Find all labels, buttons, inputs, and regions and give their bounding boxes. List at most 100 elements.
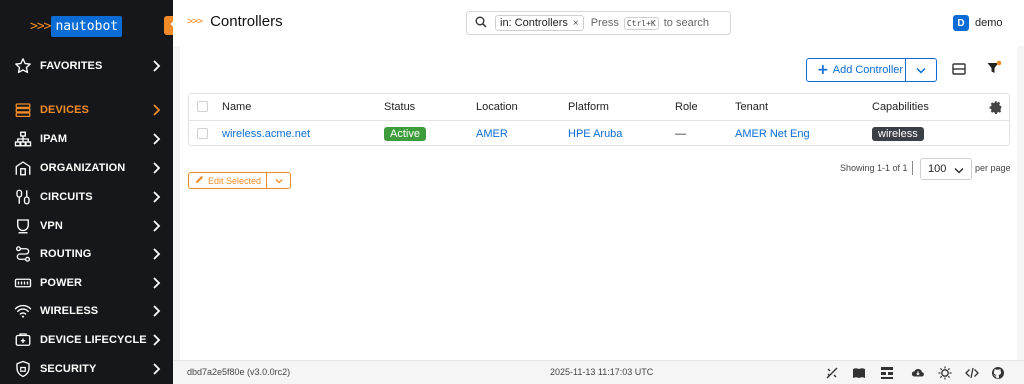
- code-icon[interactable]: [965, 366, 979, 380]
- per-page-value: 100: [928, 163, 947, 175]
- tenant-link[interactable]: AMER Net Eng: [735, 121, 810, 146]
- column-header-location[interactable]: Location: [476, 94, 518, 120]
- theme-toggle-icon[interactable]: [825, 366, 839, 380]
- user-menu[interactable]: D demo: [953, 15, 1003, 31]
- sidebar-item-ipam[interactable]: IPAM: [0, 125, 173, 153]
- settings-sun-icon[interactable]: [938, 366, 952, 380]
- sidebar-item-label: ROUTING: [40, 248, 92, 260]
- wireless-icon: [14, 302, 32, 320]
- column-header-role[interactable]: Role: [675, 94, 698, 120]
- api-browser-icon[interactable]: [880, 366, 894, 380]
- role-cell: —: [675, 127, 686, 140]
- plus-icon: +: [817, 62, 829, 78]
- sidebar-item-label: FAVORITES: [40, 60, 103, 72]
- status-badge: Active: [384, 126, 426, 141]
- platform-link[interactable]: HPE Aruba: [568, 121, 622, 146]
- sidebar-item-label: ORGANIZATION: [40, 162, 126, 174]
- sidebar-item-device-lifecycle[interactable]: DEVICE LIFECYCLE: [0, 326, 173, 354]
- chevron-right-icon: [147, 191, 165, 203]
- sidebar-item-organization[interactable]: ORGANIZATION: [0, 154, 173, 182]
- search-scope-label: in: Controllers: [500, 17, 568, 29]
- filter-icon[interactable]: [986, 60, 1002, 76]
- search-to-search-text: to search: [663, 17, 709, 29]
- header: >>> Controllers in: Controllers × Press …: [173, 0, 1024, 46]
- sidebar-item-label: WIRELESS: [40, 305, 99, 317]
- sidebar-item-wireless[interactable]: WIRELESS: [0, 297, 173, 325]
- devices-icon: [14, 101, 32, 119]
- version-text: dbd7a2e5f80e (v3.0.0rc2): [187, 367, 291, 377]
- column-header-status[interactable]: Status: [384, 94, 415, 120]
- routing-icon: [14, 245, 32, 263]
- select-all-checkbox[interactable]: [197, 101, 208, 112]
- vpn-icon: [14, 217, 32, 235]
- chevron-right-icon: [147, 277, 165, 289]
- add-dropdown-toggle[interactable]: [905, 58, 937, 82]
- security-icon: [14, 360, 32, 378]
- page-title-row: >>> Controllers: [187, 13, 283, 30]
- controllers-table: Name Status Location Platform Role Tenan…: [188, 93, 1010, 146]
- edit-selected-button[interactable]: Edit Selected: [188, 172, 267, 189]
- organization-icon: [14, 159, 32, 177]
- lifecycle-icon: [14, 331, 32, 349]
- page-title: Controllers: [210, 13, 283, 30]
- sidebar-item-label: DEVICES: [40, 104, 89, 116]
- close-icon[interactable]: ×: [573, 18, 579, 29]
- docs-book-icon[interactable]: [852, 366, 866, 380]
- sidebar-item-security[interactable]: SECURITY: [0, 355, 173, 383]
- column-header-capabilities[interactable]: Capabilities: [872, 94, 929, 120]
- sidebar-item-routing[interactable]: ROUTING: [0, 240, 173, 268]
- table-layout-icon[interactable]: [952, 62, 966, 76]
- main-area: + Add Controller Name Status Location Pl…: [173, 46, 1024, 360]
- sidebar-item-circuits[interactable]: CIRCUITS: [0, 183, 173, 211]
- chevron-right-icon: [147, 305, 165, 317]
- title-chevrons: >>>: [187, 16, 203, 27]
- edit-dropdown-toggle[interactable]: [266, 172, 291, 189]
- star-icon: [14, 57, 32, 75]
- power-icon: [14, 274, 32, 292]
- search-icon: [475, 16, 487, 31]
- capabilities-cell: wireless: [872, 121, 924, 146]
- chevron-right-icon: [147, 60, 165, 72]
- column-header-tenant[interactable]: Tenant: [735, 94, 768, 120]
- chevron-right-icon: [147, 334, 165, 346]
- sidebar-item-devices[interactable]: DEVICES: [0, 96, 173, 124]
- search-press-text: Press: [590, 17, 619, 29]
- brand-logo[interactable]: >>> nautobot: [30, 14, 123, 38]
- column-header-platform[interactable]: Platform: [568, 94, 609, 120]
- circuits-icon: [14, 188, 32, 206]
- add-controller-button[interactable]: + Add Controller: [806, 58, 906, 82]
- cloud-download-icon[interactable]: [911, 366, 925, 380]
- avatar: D: [953, 15, 969, 31]
- sidebar-item-favorites[interactable]: FAVORITES: [0, 52, 173, 80]
- per-page-label: per page: [975, 163, 1011, 173]
- username: demo: [975, 17, 1003, 29]
- sidebar: >>> nautobot FAVORITES DEVICES IPAM ORGA…: [0, 0, 173, 384]
- sidebar-item-label: SECURITY: [40, 363, 97, 375]
- gear-icon[interactable]: [989, 100, 1003, 114]
- search-input[interactable]: in: Controllers × Press Ctrl+K to search: [466, 11, 731, 35]
- capability-badge: wireless: [872, 126, 924, 141]
- sidebar-item-power[interactable]: POWER: [0, 269, 173, 297]
- chevron-right-icon: [147, 162, 165, 174]
- column-header-name[interactable]: Name: [222, 94, 251, 120]
- chevron-right-icon: [147, 220, 165, 232]
- per-page-select[interactable]: 100: [920, 158, 972, 180]
- sidebar-item-label: POWER: [40, 277, 83, 289]
- github-icon[interactable]: [991, 366, 1005, 380]
- sidebar-item-vpn[interactable]: VPN: [0, 212, 173, 240]
- pencil-icon: [195, 174, 204, 187]
- location-link[interactable]: AMER: [476, 121, 508, 146]
- timestamp-text: 2025-11-13 11:17:03 UTC: [550, 367, 654, 377]
- edit-selected-label: Edit Selected: [208, 175, 262, 186]
- controller-name-link[interactable]: wireless.acme.net: [222, 121, 310, 146]
- content-panel: + Add Controller Name Status Location Pl…: [180, 46, 1017, 360]
- pagination-summary: Showing 1-1 of 1: [840, 163, 908, 173]
- chevron-down-icon: [954, 165, 964, 177]
- sidebar-item-label: CIRCUITS: [40, 191, 93, 203]
- footer: dbd7a2e5f80e (v3.0.0rc2) 2025-11-13 11:1…: [173, 360, 1024, 384]
- row-checkbox[interactable]: [197, 128, 208, 139]
- search-scope-chip[interactable]: in: Controllers ×: [495, 15, 584, 31]
- pagination-divider: [912, 161, 913, 175]
- chevron-right-icon: [147, 363, 165, 375]
- chevron-down-icon: [916, 64, 926, 77]
